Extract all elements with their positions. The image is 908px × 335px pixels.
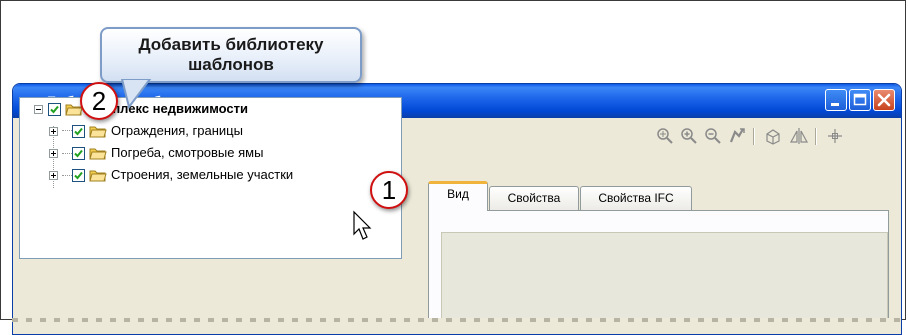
mirror-button[interactable] [789, 126, 809, 146]
tree-item[interactable]: Строения, земельные участки [49, 166, 400, 184]
checkbox[interactable] [72, 125, 85, 138]
tooltip-line-1: Добавить библиотеку [138, 35, 324, 54]
zoom-in-icon [681, 128, 697, 144]
folder-icon [89, 148, 107, 160]
expand-icon[interactable] [49, 127, 58, 136]
checkmark-icon [50, 105, 59, 114]
checkmark-icon [74, 149, 83, 158]
tree-item[interactable]: Ограждения, границы [49, 122, 400, 140]
minimize-button[interactable] [825, 89, 847, 111]
checkbox-root[interactable] [48, 103, 61, 116]
pan-button[interactable] [727, 126, 747, 146]
zoom-extents-icon [657, 128, 673, 144]
toolbar-separator [815, 128, 817, 145]
crosshair-icon [828, 129, 842, 143]
mirror-icon [789, 128, 809, 144]
template-tree[interactable]: Комплекс недвижимости Ограждения, границ… [19, 97, 402, 259]
tree-item-label: Строения, земельные участки [111, 167, 294, 182]
close-button[interactable] [873, 89, 895, 111]
tooltip-callout: Добавить библиотеку шаблонов [100, 27, 362, 83]
zoom-out-icon [705, 128, 721, 144]
maximize-button[interactable] [849, 89, 871, 111]
folder-icon [89, 126, 107, 138]
tab-ifc-properties[interactable]: Свойства IFC [580, 186, 692, 210]
callout-pointer [120, 79, 152, 109]
collapse-icon[interactable] [34, 105, 43, 114]
checkbox[interactable] [72, 169, 85, 182]
tooltip-line-2: шаблонов [188, 55, 274, 74]
tree-item-label: Погреба, смотровые ямы [111, 145, 264, 160]
close-icon [877, 93, 891, 107]
tree-item[interactable]: Погреба, смотровые ямы [49, 144, 400, 162]
tab-properties[interactable]: Свойства [489, 186, 579, 210]
toolbar-separator [753, 128, 755, 145]
status-strip [12, 318, 900, 322]
step-badge-2: 2 [80, 82, 118, 120]
rotate-view-button[interactable] [763, 126, 783, 146]
expand-icon[interactable] [49, 149, 58, 158]
tab-view[interactable]: Вид [428, 181, 488, 211]
minimize-icon [831, 103, 839, 106]
checkmark-icon [74, 171, 83, 180]
step-badge-1: 1 [370, 171, 408, 209]
folder-icon [89, 170, 107, 182]
mouse-cursor-icon [353, 210, 372, 240]
maximize-icon [853, 93, 867, 106]
zoom-in-button[interactable] [679, 126, 699, 146]
pan-icon [729, 128, 745, 143]
crosshair-button[interactable] [825, 126, 845, 146]
checkbox[interactable] [72, 147, 85, 160]
expand-icon[interactable] [49, 171, 58, 180]
preview-area [441, 232, 888, 320]
zoom-out-button[interactable] [703, 126, 723, 146]
checkmark-icon [74, 127, 83, 136]
rotate-view-icon [766, 129, 780, 145]
zoom-extents-button[interactable] [655, 126, 675, 146]
tree-item-label: Ограждения, границы [111, 123, 243, 138]
